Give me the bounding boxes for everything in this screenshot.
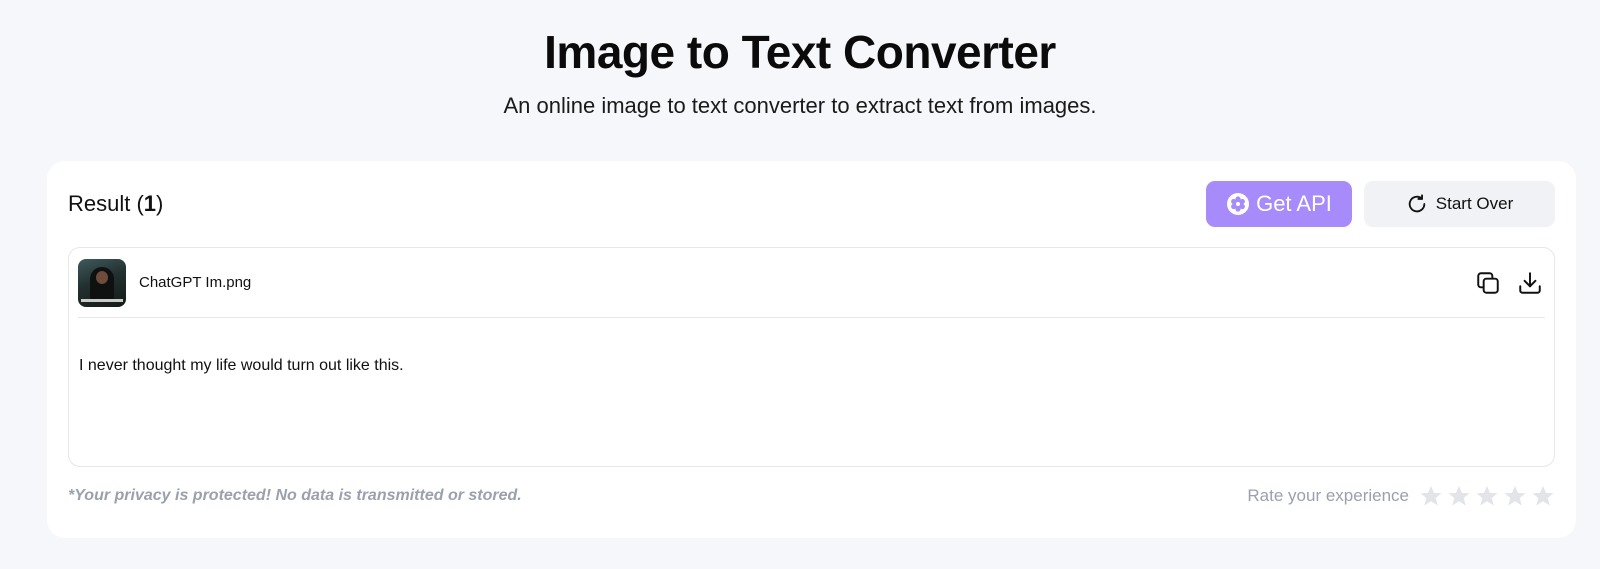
get-api-button[interactable]: Get API [1206,181,1352,227]
star-icon[interactable] [1503,484,1527,508]
file-info: ChatGPT Im.png [78,258,252,307]
result-footer: *Your privacy is protected! No data is t… [68,481,1555,511]
file-result-panel: ChatGPT Im.png I never thought my life w… [68,247,1555,467]
result-actions: Get API Start Over [1206,181,1555,227]
start-over-label: Start Over [1435,194,1514,213]
gear-icon [1226,192,1250,216]
rate-label: Rate your experience [1247,486,1409,505]
page-subtitle: An online image to text converter to ext… [503,93,1097,118]
extracted-text[interactable]: I never thought my life would turn out l… [69,318,1554,377]
rating-widget: Rate your experience [1247,484,1555,508]
page-title: Image to Text Converter [544,26,1056,78]
star-icon[interactable] [1447,484,1471,508]
get-api-label: Get API [1256,191,1332,216]
start-over-button[interactable]: Start Over [1364,181,1555,227]
result-label-close: ) [156,191,164,216]
result-count: 1 [143,191,157,216]
star-icon[interactable] [1531,484,1555,508]
result-label: Result ( [68,191,144,216]
result-card: Result (1) Get API Start Over ChatGPT Im… [47,161,1576,538]
download-icon[interactable] [1517,270,1543,296]
star-icon[interactable] [1419,484,1443,508]
file-row: ChatGPT Im.png [78,248,1545,318]
file-tools [1475,270,1543,296]
result-title: Result (1) [68,191,163,217]
image-thumbnail [78,258,126,307]
refresh-icon [1406,193,1428,215]
privacy-note: *Your privacy is protected! No data is t… [68,487,522,504]
page-header: Image to Text Converter An online image … [0,0,1600,120]
star-rating [1419,484,1555,508]
copy-icon[interactable] [1475,270,1501,296]
file-name: ChatGPT Im.png [139,274,252,291]
result-header: Result (1) Get API Start Over [68,181,1555,227]
star-icon[interactable] [1475,484,1499,508]
